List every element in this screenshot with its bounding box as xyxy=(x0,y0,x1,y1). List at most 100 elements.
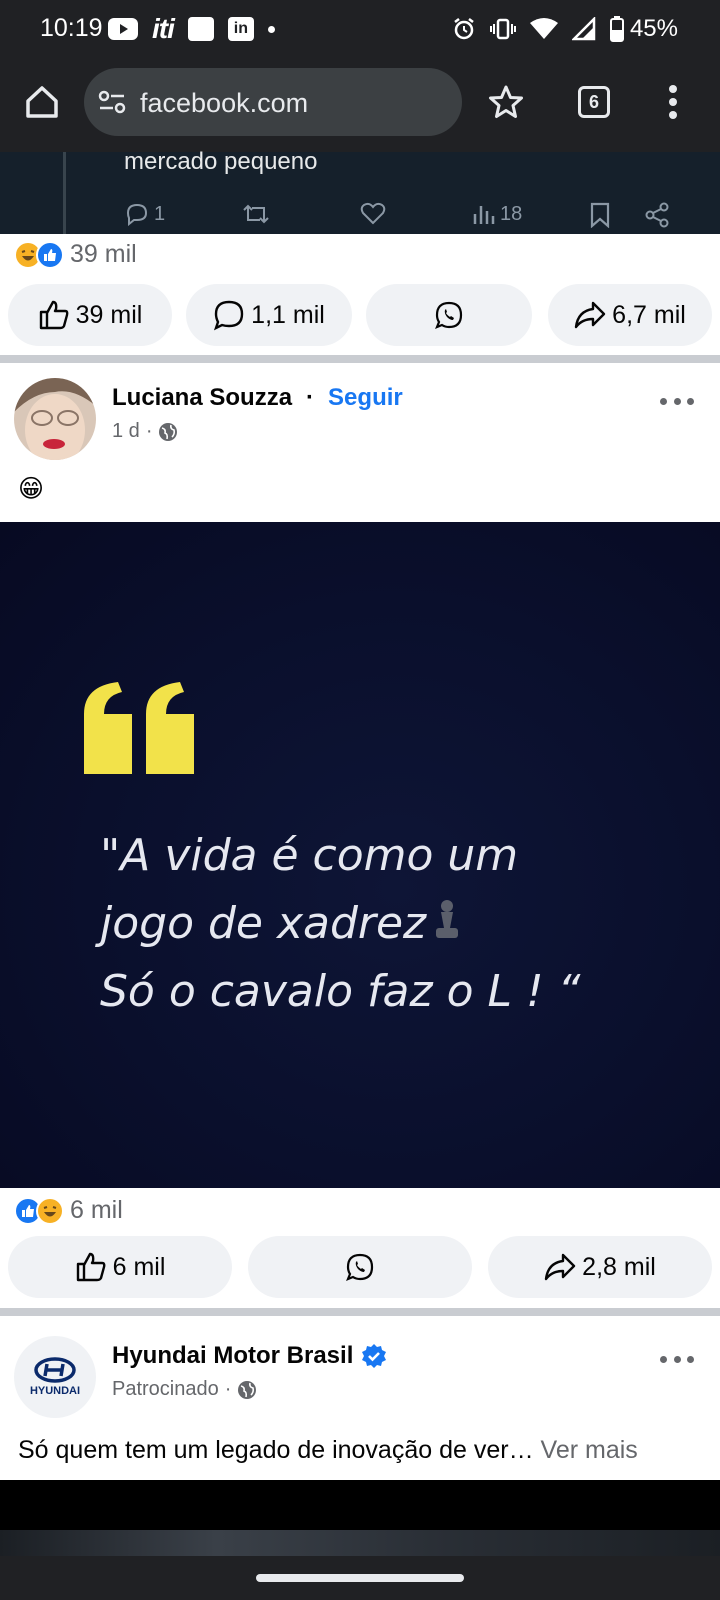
author-name[interactable]: Hyundai Motor Brasil xyxy=(112,1342,353,1370)
like-icon xyxy=(76,1252,106,1282)
status-time: 10:19 xyxy=(40,14,103,42)
reaction-count: 6 mil xyxy=(70,1196,123,1224)
author-line: Hyundai Motor Brasil xyxy=(112,1342,387,1370)
quote-marks-icon xyxy=(84,682,194,774)
chess-pawn-icon xyxy=(436,900,459,938)
author-line: Luciana Souzza · Seguir xyxy=(112,384,403,412)
author-avatar[interactable] xyxy=(14,378,96,460)
quote-line-3: Só o cavalo faz o L ! “ xyxy=(100,966,581,1017)
quote-line-2: jogo de xadrez xyxy=(100,898,427,949)
post-meta: 1 d · xyxy=(112,420,178,443)
bookmark-star-icon[interactable] xyxy=(488,84,524,120)
vibrate-icon xyxy=(489,18,516,40)
see-more-link[interactable]: Ver mais xyxy=(541,1436,638,1464)
post-image[interactable]: "A vida é como um jogo de xadrez Só o ca… xyxy=(0,522,720,1188)
gesture-nav-bar xyxy=(0,1556,720,1600)
views-icon xyxy=(473,206,495,224)
haha-reaction-icon xyxy=(36,1196,64,1225)
tab-switcher-button[interactable]: 6 xyxy=(578,86,610,118)
quote-text: "A vida é como um jogo de xadrez Só o ca… xyxy=(100,822,580,1026)
like-reaction-icon xyxy=(36,240,64,269)
heart-icon[interactable] xyxy=(360,202,386,226)
feed-divider xyxy=(0,355,720,363)
youtube-icon xyxy=(108,18,138,40)
post-header: Luciana Souzza · Seguir 1 d · xyxy=(0,364,720,464)
whatsapp-share-button[interactable] xyxy=(248,1236,472,1298)
tweet-reply[interactable]: 1 xyxy=(124,202,165,226)
author-name[interactable]: Luciana Souzza xyxy=(112,384,292,412)
status-bar: 10:19 iti in 45% xyxy=(0,0,720,58)
meta-dot: · xyxy=(224,1378,232,1400)
reaction-summary[interactable]: 6 mil xyxy=(14,1196,123,1225)
whatsapp-icon xyxy=(435,301,463,329)
hyundai-logo[interactable]: HYUNDAI xyxy=(14,1336,96,1418)
battery-icon xyxy=(609,16,624,42)
embedded-tweet[interactable]: mercado pequeno 1 18 xyxy=(0,148,720,234)
bookmark-icon[interactable] xyxy=(590,202,610,228)
alarm-icon xyxy=(454,18,474,40)
notification-dot-icon xyxy=(267,25,275,33)
system-icons: 45% xyxy=(452,14,678,44)
share-button[interactable]: 2,8 mil xyxy=(488,1236,712,1298)
quote-line-1: "A vida é como um xyxy=(100,830,519,881)
post-meta: Patrocinado · xyxy=(112,1378,257,1401)
tweet-views[interactable]: 18 xyxy=(472,202,522,226)
address-bar[interactable]: facebook.com xyxy=(84,68,462,136)
post-text-body: Só quem tem um legado de inovação de ver… xyxy=(18,1436,534,1464)
whatsapp-share-button[interactable] xyxy=(366,284,532,346)
more-options-icon[interactable] xyxy=(660,1356,694,1366)
share-button[interactable]: 6,7 mil xyxy=(548,284,712,346)
url-text: facebook.com xyxy=(140,88,309,118)
like-count: 6 mil xyxy=(112,1252,166,1281)
wifi-icon xyxy=(529,18,558,39)
sponsored-label[interactable]: Patrocinado xyxy=(112,1378,219,1401)
follow-button[interactable]: Seguir xyxy=(328,384,403,412)
iti-icon: iti xyxy=(152,13,175,44)
views-count: 18 xyxy=(500,202,523,225)
share-count: 6,7 mil xyxy=(612,300,686,329)
share-arrow-icon xyxy=(574,301,606,329)
more-options-icon[interactable] xyxy=(660,398,694,408)
home-icon[interactable] xyxy=(22,82,62,122)
home-gesture-handle[interactable] xyxy=(256,1574,464,1582)
hyundai-logo-text: HYUNDAI xyxy=(30,1385,80,1397)
comment-count: 1,1 mil xyxy=(251,300,325,329)
linkedin-icon: in xyxy=(227,17,254,41)
share-arrow-icon xyxy=(544,1253,576,1281)
post-time[interactable]: 1 d xyxy=(112,420,140,443)
battery-percent: 45% xyxy=(629,15,678,42)
post-header: HYUNDAI Hyundai Motor Brasil Patrocinado… xyxy=(0,1322,720,1422)
tweet-text: mercado pequeno xyxy=(124,148,318,175)
reaction-count: 39 mil xyxy=(70,240,137,268)
more-vert-icon[interactable] xyxy=(668,84,678,120)
verified-badge-icon xyxy=(362,1344,387,1368)
tweet-actions: 1 18 xyxy=(124,202,684,228)
app-square-icon xyxy=(187,17,214,41)
comment-button[interactable]: 1,1 mil xyxy=(186,284,352,346)
globe-icon xyxy=(159,422,178,441)
post-text: Só quem tem um legado de inovação de ver… xyxy=(18,1436,638,1465)
like-count: 39 mil xyxy=(75,300,143,329)
reaction-summary[interactable]: 39 mil xyxy=(14,240,137,269)
share-icon[interactable] xyxy=(644,202,670,228)
feed-divider xyxy=(0,1308,720,1316)
whatsapp-icon xyxy=(346,1253,374,1281)
like-button[interactable]: 6 mil xyxy=(8,1236,232,1298)
retweet-icon[interactable] xyxy=(242,202,270,226)
browser-toolbar: facebook.com 6 xyxy=(0,58,720,152)
like-icon xyxy=(39,300,69,330)
meta-dot: · xyxy=(145,420,153,442)
share-count: 2,8 mil xyxy=(582,1252,656,1281)
comment-icon xyxy=(214,300,244,331)
globe-icon xyxy=(238,1380,257,1399)
site-settings-icon[interactable] xyxy=(98,90,126,114)
reply-icon xyxy=(126,203,148,226)
like-button[interactable]: 39 mil xyxy=(8,284,172,346)
quote-line-2-wrap: jogo de xadrez xyxy=(100,890,580,958)
signal-icon xyxy=(571,17,596,41)
separator-dot: · xyxy=(306,384,315,411)
post-text: 😁 xyxy=(18,475,45,503)
reply-count: 1 xyxy=(154,202,166,225)
notification-icons: iti in xyxy=(108,13,275,44)
post-actions: 39 mil 1,1 mil 6,7 mil xyxy=(0,284,720,346)
